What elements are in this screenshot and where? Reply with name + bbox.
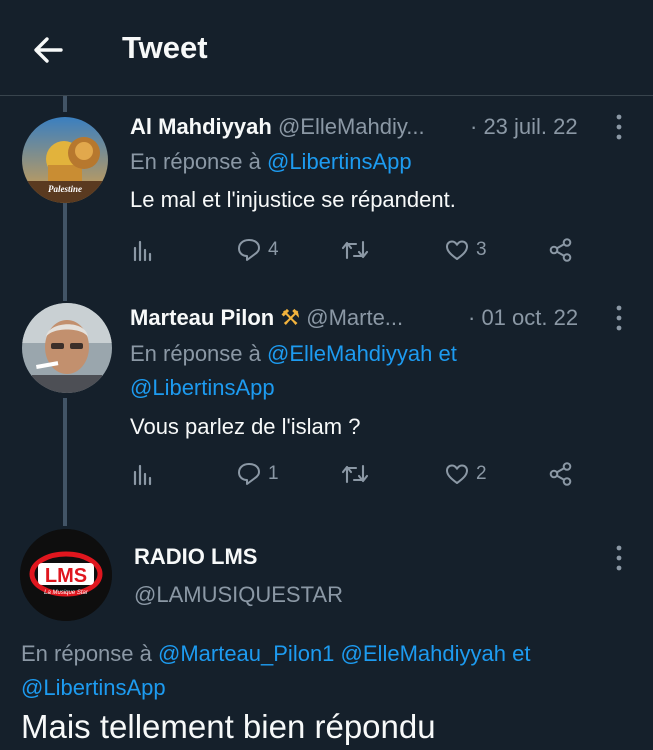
like-button[interactable]: 3 — [444, 235, 487, 265]
analytics-icon — [133, 240, 152, 262]
reply-button[interactable]: 1 — [236, 459, 279, 489]
avatar[interactable]: LMS La Musique Star — [20, 529, 112, 621]
logo-text: LMS — [45, 565, 87, 587]
like-button[interactable]: 2 — [444, 459, 487, 489]
thread-line-top — [63, 96, 67, 112]
author-handle[interactable]: @LAMUSIQUESTAR — [134, 582, 343, 608]
reply-mention-link-2[interactable]: @LibertinsApp — [130, 371, 457, 405]
reply-prefix: En réponse à — [21, 641, 158, 666]
avatar[interactable]: Palestine — [22, 117, 108, 203]
main-tweet-text: Mais tellement bien répondu — [21, 708, 436, 745]
reply-button[interactable]: 4 — [236, 235, 279, 265]
radio-lms-logo: LMS La Musique Star — [20, 529, 112, 621]
heart-icon — [446, 464, 468, 484]
reply-count: 4 — [268, 239, 279, 260]
more-options-icon[interactable] — [616, 545, 622, 571]
reply-mention-link-2[interactable]: @ElleMahdiyyah — [341, 641, 506, 666]
reply-mention-link[interactable]: @LibertinsApp — [267, 149, 412, 174]
reply-context: En réponse à @LibertinsApp — [130, 145, 412, 179]
reply-context: En réponse à @ElleMahdiyyah et @Libertin… — [130, 337, 457, 405]
share-button[interactable] — [548, 235, 574, 265]
thread-line-2 — [63, 398, 67, 526]
hammer-pick-emoji: ⚒ — [280, 305, 301, 330]
like-count: 3 — [476, 239, 487, 260]
heart-icon — [446, 240, 468, 260]
author-handle[interactable]: @ElleMahdiy... — [278, 114, 425, 139]
retweet-icon — [341, 240, 369, 260]
author-name[interactable]: Marteau Pilon — [130, 305, 274, 330]
analytics-icon — [133, 464, 152, 486]
retweet-button[interactable] — [340, 459, 376, 489]
tweet-date[interactable]: · 23 juil. 22 — [470, 114, 578, 140]
more-options-icon[interactable] — [616, 114, 622, 140]
author-handle[interactable]: @Marte... — [306, 305, 403, 330]
reply-mention-link-1[interactable]: @Marteau_Pilon1 — [158, 641, 334, 666]
reply-context: En réponse à @Marteau_Pilon1 @ElleMahdiy… — [21, 637, 636, 705]
reply-prefix: En réponse à — [130, 341, 267, 366]
action-bar: 1 2 — [130, 459, 590, 489]
reply-mention-link[interactable]: @ElleMahdiyyah — [267, 341, 432, 366]
analytics-button[interactable] — [130, 235, 156, 265]
reply-mention-link-3[interactable]: @LibertinsApp — [21, 671, 636, 705]
like-count: 2 — [476, 463, 487, 484]
author-name[interactable]: RADIO LMS — [134, 544, 257, 570]
reply-icon — [238, 463, 260, 485]
reply-and-text: et — [432, 341, 457, 366]
retweet-icon — [341, 464, 369, 484]
reply-count: 1 — [268, 463, 279, 484]
share-icon — [549, 462, 572, 486]
tweet-date[interactable]: · 01 oct. 22 — [468, 305, 578, 331]
more-options-icon[interactable] — [616, 305, 622, 331]
avatar[interactable] — [22, 303, 112, 393]
reply-icon — [238, 239, 260, 261]
avatar-caption: Palestine — [48, 184, 82, 194]
action-bar: 4 3 — [130, 235, 590, 265]
tweet-header: Marteau Pilon ⚒ @Marte... — [130, 305, 403, 331]
reply-prefix: En réponse à — [130, 149, 267, 174]
share-button[interactable] — [548, 459, 574, 489]
logo-subtext: La Musique Star — [44, 590, 89, 596]
reply-and-text: et — [505, 641, 531, 666]
retweet-button[interactable] — [340, 235, 376, 265]
thread-line-1 — [63, 186, 67, 301]
tweet-text: Vous parlez de l'islam ? — [130, 414, 361, 439]
back-arrow-icon[interactable] — [28, 30, 68, 70]
author-name[interactable]: Al Mahdiyyah — [130, 114, 272, 139]
analytics-button[interactable] — [130, 459, 156, 489]
share-icon — [549, 238, 572, 262]
avatar-photo — [22, 303, 112, 393]
avatar-palestine-image: Palestine — [22, 117, 108, 203]
top-bar: Tweet — [0, 0, 653, 96]
tweet-text: Le mal et l'injustice se répandent. — [130, 187, 456, 212]
tweet-header: Al Mahdiyyah @ElleMahdiy... — [130, 114, 425, 140]
page-title: Tweet — [122, 30, 208, 65]
